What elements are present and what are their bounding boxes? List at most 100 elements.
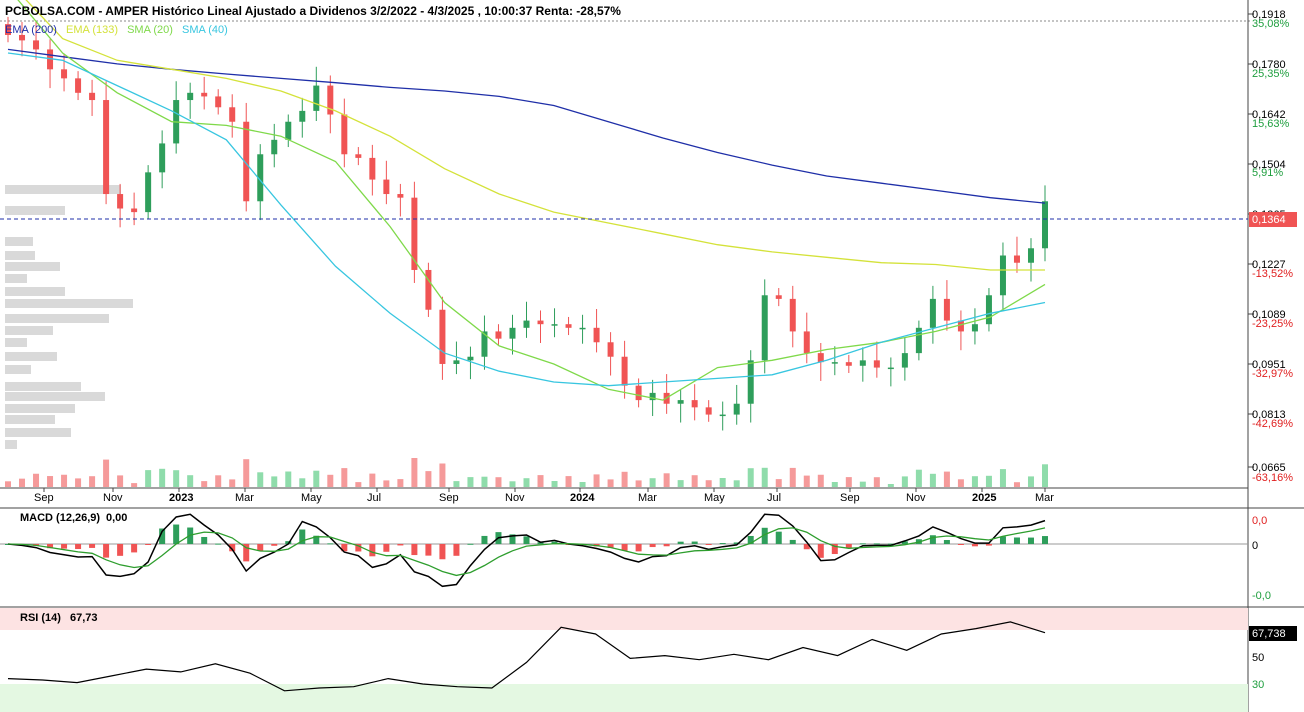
- volume-bar: [607, 479, 614, 487]
- macd-hist-bar: [327, 543, 334, 545]
- volume-bar: [411, 458, 418, 487]
- candle-body: [985, 295, 992, 325]
- candle-body: [453, 360, 460, 364]
- candle-body: [873, 360, 880, 368]
- volume-bar: [999, 469, 1006, 487]
- macd-hist-bar: [439, 544, 446, 560]
- volume-bar: [593, 474, 600, 487]
- x-label: May: [704, 492, 725, 504]
- candle-body: [467, 356, 474, 361]
- volume-bar: [747, 468, 754, 487]
- candle-body: [103, 100, 110, 195]
- volume-bar: [61, 474, 68, 487]
- volume-bar: [47, 476, 54, 487]
- macd-hist-bar: [89, 544, 96, 548]
- rsi-title: RSI (14): [20, 612, 61, 624]
- candle-body: [145, 172, 152, 213]
- profile-bar: [5, 392, 105, 401]
- macd-hist-bar: [131, 544, 138, 553]
- volume-bar: [523, 478, 530, 487]
- candle-body: [383, 179, 390, 195]
- volume-bar: [327, 474, 334, 487]
- volume-bar: [943, 471, 950, 487]
- volume-bar: [117, 475, 124, 487]
- macd-hist-bar: [691, 541, 698, 544]
- volume-bar: [285, 471, 292, 487]
- macd-hist-bar: [985, 544, 992, 546]
- candle-body: [887, 367, 894, 370]
- candle-body: [1042, 201, 1048, 249]
- candle-body: [341, 114, 348, 155]
- candle-body: [803, 331, 810, 354]
- candle-body: [537, 320, 544, 325]
- volume-bar: [803, 475, 810, 487]
- candle-body: [411, 197, 418, 270]
- x-label: Sep: [34, 492, 54, 504]
- rsi-axis-30: 30: [1252, 679, 1264, 691]
- volume-bar: [299, 478, 306, 487]
- macd-hist-bar: [719, 543, 726, 545]
- macd-hist-bar: [523, 536, 530, 544]
- volume-bar: [215, 475, 222, 487]
- x-label: 2025: [972, 492, 996, 504]
- candle-body: [635, 385, 642, 401]
- candle-body: [187, 92, 194, 101]
- volume-bar: [775, 479, 782, 487]
- macd-hist-bar: [677, 541, 684, 544]
- profile-bar: [5, 415, 55, 424]
- ema-200-line: [7, 48, 1046, 204]
- rsi-panel: RSI (14) 67,73 67,738 50 30: [0, 606, 1304, 712]
- candle-body: [33, 40, 40, 50]
- macd-hist-bar: [775, 531, 782, 544]
- legend-sma20: SMA (20): [127, 24, 173, 36]
- macd-hist-bar: [145, 544, 152, 545]
- volume-bar: [341, 468, 348, 487]
- current-price-tag: 0,1364: [1249, 212, 1297, 227]
- x-label: Mar: [638, 492, 657, 504]
- volume-bar: [425, 471, 432, 487]
- moving-averages: [7, 0, 1046, 401]
- profile-bar: [5, 287, 65, 296]
- volume-bar: [173, 470, 180, 487]
- candle-body: [943, 298, 950, 321]
- macd-hist-bar: [215, 543, 222, 545]
- candle-body: [439, 309, 446, 364]
- volume-bar: [313, 470, 320, 487]
- candle-body: [355, 154, 362, 158]
- macd-hist-bar: [467, 543, 474, 545]
- macd-value: 0,00: [106, 512, 127, 524]
- candle-body: [691, 400, 698, 408]
- volume-bar: [1027, 476, 1034, 487]
- profile-bar: [5, 299, 133, 308]
- stock-chart: PCBOLSA.COM - AMPER Histórico Lineal Aju…: [0, 0, 1304, 712]
- volume-bar: [453, 481, 460, 487]
- candle-body: [271, 139, 278, 155]
- candle-body: [1013, 255, 1020, 263]
- volume-bar: [551, 481, 558, 487]
- profile-bar: [5, 314, 109, 323]
- candle-body: [159, 143, 166, 173]
- x-label: May: [301, 492, 322, 504]
- candle-body: [719, 414, 726, 417]
- volume-bar: [103, 459, 110, 487]
- candle-body: [929, 298, 936, 328]
- candle-body: [509, 327, 516, 339]
- macd-hist-bar: [397, 544, 404, 546]
- rsi-axis-50: 50: [1252, 652, 1264, 664]
- volume-bar: [761, 467, 768, 487]
- macd-hist-bar: [621, 544, 628, 551]
- candle-body: [789, 298, 796, 332]
- pct-label: -23,25%: [1252, 318, 1293, 330]
- volume-bar: [355, 482, 362, 487]
- x-label: Mar: [235, 492, 254, 504]
- candle-body: [999, 255, 1006, 296]
- profile-bar: [5, 338, 27, 347]
- macd-hist-bar: [173, 524, 180, 544]
- price-grid: [1248, 13, 1254, 468]
- volume-bar: [187, 475, 194, 487]
- volume-bar: [887, 484, 894, 487]
- rsi-current-label: 67,738: [1252, 628, 1286, 640]
- volume-bar: [817, 474, 824, 487]
- profile-bar: [5, 274, 27, 283]
- x-label: Nov: [103, 492, 123, 504]
